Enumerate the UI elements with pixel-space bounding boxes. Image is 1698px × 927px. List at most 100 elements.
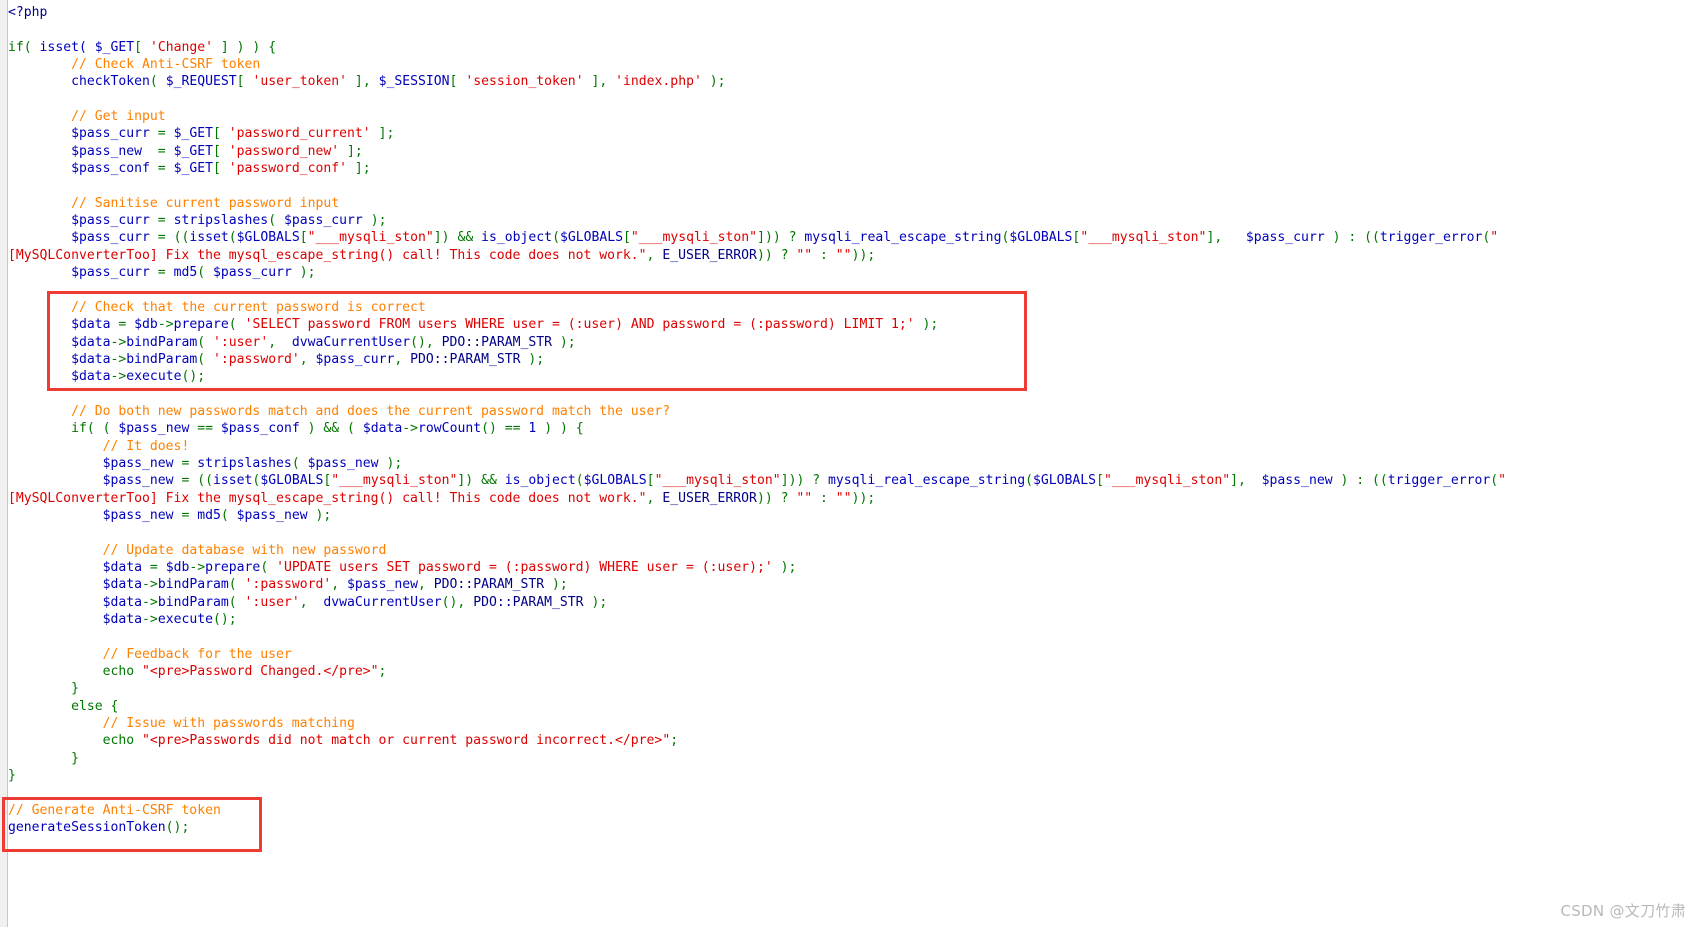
code-token-variable: $pass_curr xyxy=(71,230,150,246)
code-token-keyword: ); xyxy=(378,455,403,471)
code-token-variable: $pass_curr xyxy=(315,351,395,367)
code-line: } xyxy=(8,750,1698,767)
code-token-keyword: ]; xyxy=(370,126,395,142)
code-token-variable: $GLOBALS xyxy=(583,473,647,489)
code-token-keyword: , xyxy=(646,247,663,263)
code-token-keyword: ) ) { xyxy=(536,421,584,437)
code-token-function: trigger_error xyxy=(1379,230,1483,246)
code-token-string: "___mysqli_ston" xyxy=(331,473,458,489)
code-token-variable: $data xyxy=(362,421,403,437)
code-token-function: mysqli_real_escape_string xyxy=(804,230,1002,246)
code-token-variable: $pass_curr xyxy=(213,265,292,281)
code-token-keyword: ); xyxy=(583,594,608,610)
code-token-keyword: [ xyxy=(134,39,150,55)
code-token-keyword: echo xyxy=(102,664,143,680)
code-token-keyword: [ xyxy=(213,161,229,177)
code-token-comment: // Issue with passwords matching xyxy=(102,716,355,732)
editor-gutter xyxy=(0,0,8,927)
code-line: $pass_new = ((isset($GLOBALS["___mysqli_… xyxy=(8,472,1698,489)
code-token-keyword: [ xyxy=(623,230,631,246)
code-token-string: 'password_current' xyxy=(228,126,371,142)
code-token-variable: $pass_curr xyxy=(71,126,150,142)
code-token-string: 'SELECT password FROM users WHERE user =… xyxy=(244,317,915,333)
code-token-keyword: = xyxy=(142,143,174,159)
code-token-keyword: -> xyxy=(110,334,127,350)
code-token-keyword: , xyxy=(418,577,434,593)
code-token-variable: $pass_new xyxy=(71,143,143,159)
code-token-keyword: ); xyxy=(307,507,332,523)
code-line: } xyxy=(8,767,1698,784)
code-token-variable: $GLOBALS xyxy=(559,230,624,246)
code-token-keyword: ( xyxy=(197,265,214,281)
code-line: $pass_curr = $_GET[ 'password_current' ]… xyxy=(8,125,1698,142)
code-token-keyword: -> xyxy=(110,369,127,385)
code-token-variable: $pass_new xyxy=(347,577,418,593)
code-token-keyword: } xyxy=(71,681,79,697)
code-line: echo "<pre>Passwords did not match or cu… xyxy=(8,732,1698,749)
code-line: $data->bindParam( ':user', dvwaCurrentUs… xyxy=(8,334,1698,351)
code-token-keyword: ; xyxy=(378,664,387,680)
code-token-string: "___mysqli_ston" xyxy=(630,230,758,246)
code-listing: <?php if( isset( $_GET[ 'Change' ] ) ) {… xyxy=(8,4,1698,837)
code-token-function: dvwaCurrentUser xyxy=(323,594,442,610)
code-token-variable: $data xyxy=(71,334,111,350)
code-token-variable: $pass_curr xyxy=(71,265,150,281)
code-token-keyword: , xyxy=(299,351,316,367)
code-line: } xyxy=(8,680,1698,697)
code-token-keyword: , xyxy=(299,594,324,610)
code-token-keyword: ] ) ) { xyxy=(213,39,277,55)
code-token-string: 'password_new' xyxy=(228,143,340,159)
code-token-string: " xyxy=(1498,473,1507,489)
code-line: $data = $db->prepare( 'UPDATE users SET … xyxy=(8,559,1698,576)
code-token-variable: $pass_new xyxy=(102,473,174,489)
code-token-function: stripslashes xyxy=(197,455,292,471)
code-token-string: "<pre>Passwords did not match or current… xyxy=(142,733,671,749)
code-token-string: ':password' xyxy=(244,577,332,593)
code-token-keyword: ( xyxy=(228,230,237,246)
code-token-variable: $data xyxy=(102,577,143,593)
code-token-string: "" xyxy=(796,490,813,506)
code-token-function: execute xyxy=(157,612,213,628)
code-token-keyword: -> xyxy=(142,612,158,628)
code-token-tag: PDO::PARAM_STR xyxy=(473,594,584,610)
code-token-keyword: && xyxy=(457,230,474,246)
code-line: $data->bindParam( ':user', dvwaCurrentUs… xyxy=(8,594,1698,611)
code-token-function: generateSessionToken xyxy=(8,820,166,836)
code-token-keyword: (); xyxy=(213,612,237,628)
code-token-variable: $db xyxy=(165,560,190,575)
code-token-keyword: ( xyxy=(260,560,277,575)
code-token-variable: $GLOBALS xyxy=(260,473,324,489)
code-token-variable: $_GET xyxy=(173,161,213,177)
code-token-variable: $data xyxy=(102,560,143,575)
code-token-string: "" xyxy=(835,490,852,506)
code-line: $pass_curr = stripslashes( $pass_curr ); xyxy=(8,212,1698,229)
code-token-variable: $pass_curr xyxy=(71,213,150,229)
code-line: $data->execute(); xyxy=(8,611,1698,628)
code-token-keyword: : xyxy=(812,247,836,263)
code-token-function: prepare xyxy=(205,560,261,575)
code-token-keyword: : xyxy=(812,490,836,506)
code-token-function: isset( xyxy=(39,39,95,55)
code-line: $data = $db->prepare( 'SELECT password F… xyxy=(8,316,1698,333)
code-token-function: is_object xyxy=(504,473,576,489)
code-token-keyword: ); xyxy=(520,351,545,367)
code-token-variable: $GLOBALS xyxy=(1009,230,1073,246)
code-token-keyword: = xyxy=(149,126,174,142)
code-token-function: bindParam xyxy=(126,351,198,367)
code-token-keyword: -> xyxy=(142,577,158,593)
code-token-keyword: [ xyxy=(213,126,229,142)
code-token-keyword: ( xyxy=(197,334,214,350)
code-token-string: "" xyxy=(796,247,813,263)
